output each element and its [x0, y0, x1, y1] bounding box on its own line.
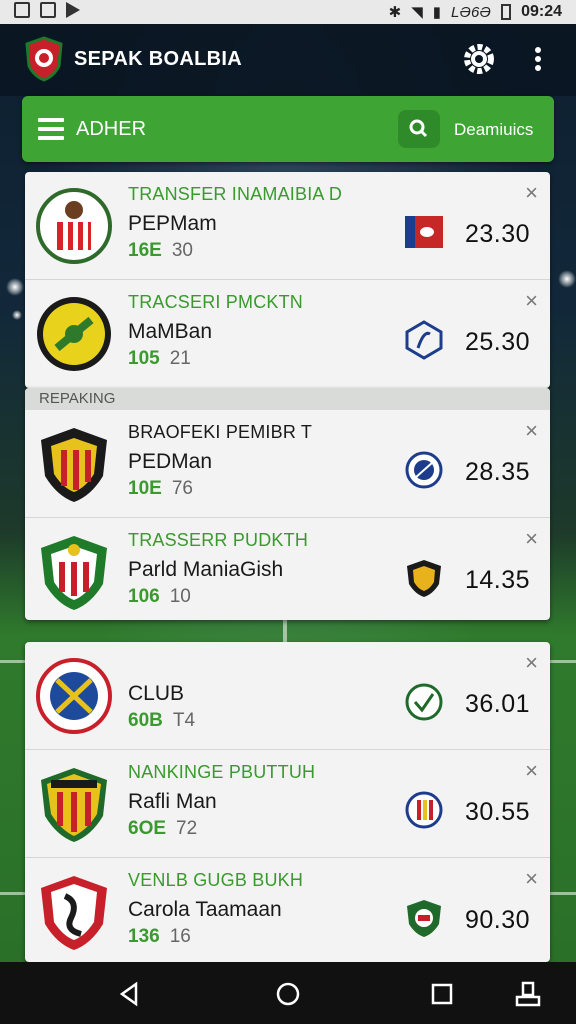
filter-toolbar: ADHER Deamiuics: [22, 96, 554, 162]
list-item[interactable]: CLUB 60B T4 36.01 ×: [25, 642, 550, 750]
close-icon[interactable]: ×: [525, 866, 538, 892]
club-card: CLUB 60B T4 36.01 × NANKINGE PBUTTUH Rafl…: [25, 642, 550, 962]
price: 14.35: [465, 566, 531, 594]
system-nav-bar: [0, 962, 576, 1024]
search-icon[interactable]: [398, 110, 440, 148]
headline: BRAOFEKI PEMIBR T: [128, 422, 313, 442]
gear-icon[interactable]: [462, 42, 496, 76]
stat-code: 136: [128, 926, 160, 947]
stat-number: 72: [176, 818, 198, 839]
app-logo-icon: [25, 36, 63, 82]
player-name: PEDMan: [128, 450, 213, 473]
badge-icon: [407, 900, 441, 937]
play-icon: [66, 2, 80, 18]
club-crest-icon: [41, 428, 107, 502]
home-icon[interactable]: [274, 980, 302, 1008]
player-crest-icon: [36, 188, 112, 264]
keyboard-icon[interactable]: [514, 980, 542, 1008]
close-icon[interactable]: ×: [525, 288, 538, 314]
toolbar-label: ADHER: [76, 118, 147, 140]
headline: VENLB GUGB BUKH: [128, 870, 304, 890]
list-item[interactable]: TRANSFER INAMAIBIA D PEPMam 16E 30 23.30 …: [25, 172, 550, 280]
stats: 10E 76: [128, 478, 193, 500]
stat-number: 10: [169, 586, 191, 607]
player-name: Rafli Man: [128, 790, 217, 813]
list-item[interactable]: NANKINGE PBUTTUH Rafli Man 6OE 72 30.55 ×: [25, 750, 550, 858]
app-bar: SEPAK BOALBIA: [0, 24, 576, 96]
close-icon[interactable]: ×: [525, 758, 538, 784]
recents-icon[interactable]: [428, 980, 456, 1008]
clock: 09:24: [521, 3, 562, 20]
status-bar: ✱ ◥ ▮ LƏ6Ə 09:24: [0, 0, 576, 24]
club-crest-icon: [36, 658, 112, 734]
badge-icon: [405, 451, 443, 489]
gallery-icon: [40, 2, 56, 18]
flag-icon: [405, 216, 443, 248]
carrier-label: LƏ6Ə: [451, 3, 492, 21]
badge-icon: [405, 320, 443, 360]
price: 23.30: [465, 220, 531, 248]
stats: 136 16: [128, 926, 191, 948]
notification-icon: [14, 2, 30, 18]
club-crest-icon: [41, 536, 107, 610]
ranking-card: REPAKING BRAOFEKI PEMIBR T PEDMan 10E 76 …: [25, 388, 550, 620]
list-item[interactable]: TRACSERI PMCKTN MaMBan 105 21 25.30 ×: [25, 280, 550, 388]
stats: 106 10: [128, 586, 191, 608]
signal-icon: ▮: [432, 4, 442, 21]
badge-icon: [405, 683, 443, 721]
close-icon[interactable]: ×: [525, 180, 538, 206]
toolbar-link[interactable]: Deamiuics: [454, 120, 533, 140]
list-item[interactable]: BRAOFEKI PEMIBR T PEDMan 10E 76 28.35 ×: [25, 410, 550, 518]
stat-code: 16E: [128, 240, 162, 261]
stats: 6OE 72: [128, 818, 197, 840]
price: 25.30: [465, 328, 531, 356]
stat-code: 106: [128, 586, 160, 607]
badge-icon: [405, 791, 443, 829]
stat-number: 16: [169, 926, 191, 947]
player-name: Carola Taamaan: [128, 898, 282, 921]
stats: 105 21: [128, 348, 191, 370]
stats: 16E 30: [128, 240, 193, 262]
stat-number: 76: [171, 478, 193, 499]
stat-number: 21: [169, 348, 191, 369]
back-icon[interactable]: [116, 980, 144, 1008]
battery-icon: [501, 4, 512, 20]
stat-code: 10E: [128, 478, 162, 499]
menu-icon[interactable]: [38, 118, 64, 140]
headline: NANKINGE PBUTTUH: [128, 762, 316, 782]
club-crest-icon: [41, 768, 107, 842]
stat-code: 6OE: [128, 818, 167, 839]
price: 90.30: [465, 906, 531, 934]
club-crest-icon: [41, 876, 107, 950]
close-icon[interactable]: ×: [525, 650, 538, 676]
list-item[interactable]: TRASSERR PUDKTH Parld ManiaGish 106 10 14…: [25, 518, 550, 620]
price: 36.01: [465, 690, 531, 718]
stat-code: 105: [128, 348, 160, 369]
transfer-card: TRANSFER INAMAIBIA D PEPMam 16E 30 23.30 …: [25, 172, 550, 388]
app-title: SEPAK BOALBIA: [74, 48, 242, 70]
headline: TRASSERR PUDKTH: [128, 530, 309, 550]
shield-icon: [407, 560, 441, 597]
headline: TRACSERI PMCKTN: [128, 292, 304, 312]
close-icon[interactable]: ×: [525, 526, 538, 552]
club-crest-icon: [37, 297, 111, 371]
bluetooth-icon: ✱: [388, 4, 402, 21]
player-name: CLUB: [128, 682, 185, 705]
stats: 60B T4: [128, 710, 195, 732]
player-name: PEPMam: [128, 212, 217, 235]
stat-code: 60B: [128, 710, 163, 731]
player-name: Parld ManiaGish: [128, 558, 284, 581]
price: 30.55: [465, 798, 531, 826]
player-name: MaMBan: [128, 320, 213, 343]
wifi-icon: ◥: [411, 4, 423, 21]
close-icon[interactable]: ×: [525, 418, 538, 444]
stat-number: 30: [171, 240, 193, 261]
more-icon[interactable]: [528, 44, 548, 76]
headline: TRANSFER INAMAIBIA D: [128, 184, 343, 204]
section-label: REPAKING: [25, 388, 550, 410]
list-item[interactable]: VENLB GUGB BUKH Carola Taamaan 136 16 90.…: [25, 858, 550, 962]
stat-number: T4: [172, 710, 196, 731]
price: 28.35: [465, 458, 531, 486]
